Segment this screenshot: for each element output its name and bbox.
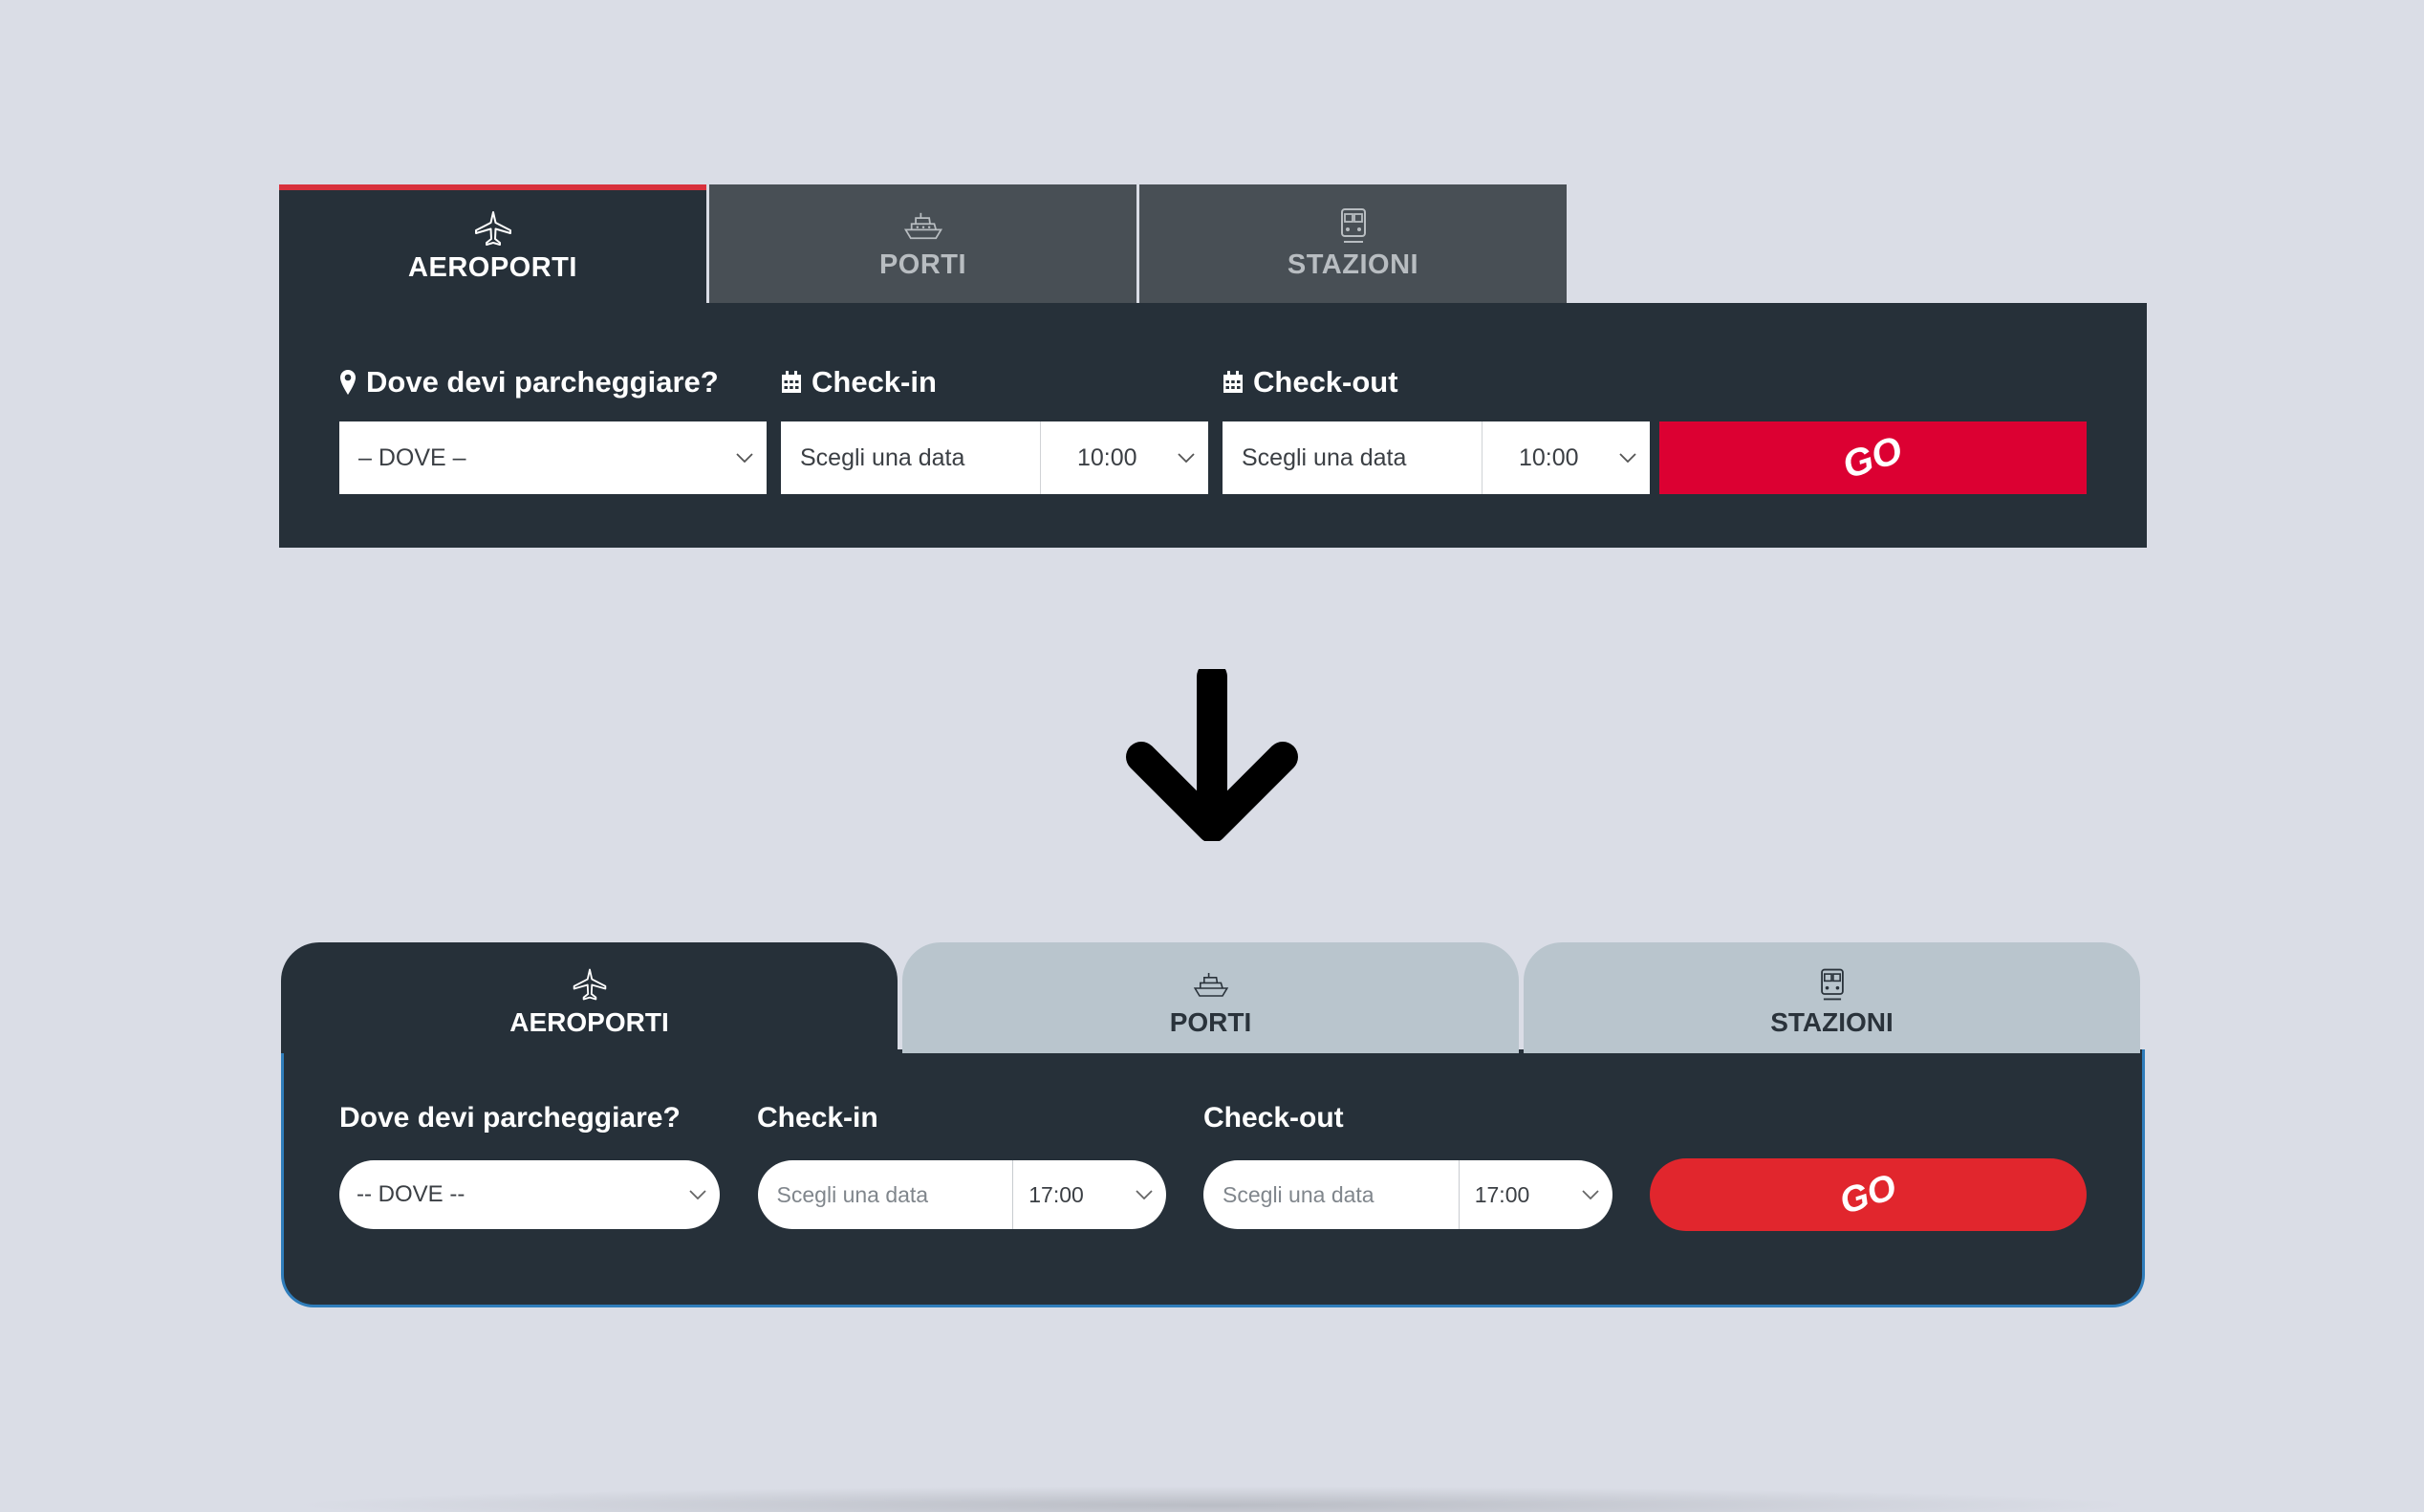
old-booking-widget: AEROPORTI PORTI STAZIONI Dove devi parch…	[279, 184, 2147, 548]
old-field-labels: Dove devi parcheggiare? Check-in Check-o…	[339, 360, 2087, 404]
new-checkin-date-input[interactable]: Scegli una data	[758, 1160, 1014, 1229]
old-tab-label: PORTI	[878, 248, 967, 280]
old-label-checkout: Check-out	[1223, 365, 1398, 400]
new-where-select[interactable]: -- DOVE --	[339, 1160, 720, 1229]
ship-icon	[1193, 973, 1228, 997]
bottom-shadow	[287, 1486, 2141, 1512]
new-label-checkout: Check-out	[1203, 1102, 1344, 1134]
airplane-icon	[573, 968, 606, 1001]
new-label-checkin: Check-in	[757, 1102, 878, 1134]
new-checkin-time-select[interactable]: 17:00	[1013, 1160, 1166, 1229]
old-tab-label: STAZIONI	[1287, 248, 1419, 280]
new-go-button[interactable]: GO	[1649, 1158, 2087, 1231]
old-tab-aeroporti[interactable]: AEROPORTI	[279, 184, 706, 303]
new-tab-stazioni[interactable]: STAZIONI	[1524, 942, 2140, 1053]
chevron-down-icon	[1619, 453, 1636, 463]
new-tab-aeroporti[interactable]: AEROPORTI	[281, 942, 898, 1053]
old-checkout-date-input[interactable]: Scegli una data	[1223, 421, 1483, 494]
old-field-row: – DOVE – Scegli una data 10:00 Scegli un…	[339, 421, 2087, 494]
old-label-checkin: Check-in	[781, 365, 1223, 400]
new-tab-label: STAZIONI	[1770, 1007, 1894, 1037]
old-tab-bar: AEROPORTI PORTI STAZIONI	[279, 184, 2147, 303]
new-checkout-time-select[interactable]: 17:00	[1460, 1160, 1612, 1229]
new-tab-bar: AEROPORTI PORTI STAZIONI	[281, 942, 2145, 1053]
old-go-button[interactable]: GO	[1659, 421, 2087, 494]
new-checkout-group: Scegli una data 17:00	[1203, 1160, 1612, 1229]
airplane-icon	[474, 210, 511, 246]
new-checkin-group: Scegli una data 17:00	[757, 1160, 1167, 1229]
new-checkout-date-input[interactable]: Scegli una data	[1203, 1160, 1460, 1229]
new-field-row: -- DOVE -- Scegli una data 17:00 Scegli …	[339, 1158, 2087, 1231]
train-icon	[1820, 968, 1844, 1001]
arrow-down-icon	[1126, 669, 1298, 841]
comparison-stage: AEROPORTI PORTI STAZIONI Dove devi parch…	[0, 0, 2424, 1512]
old-checkin-time-select[interactable]: 10:00	[1041, 421, 1208, 494]
old-tab-label: AEROPORTI	[408, 251, 577, 283]
chevron-down-icon	[1178, 453, 1195, 463]
new-field-labels: Dove devi parcheggiare? Check-in Check-o…	[339, 1095, 2087, 1141]
old-checkout-time-select[interactable]: 10:00	[1483, 421, 1650, 494]
old-checkin-date-input[interactable]: Scegli una data	[781, 421, 1041, 494]
new-search-panel: Dove devi parcheggiare? Check-in Check-o…	[281, 1049, 2145, 1307]
chevron-down-icon	[1136, 1190, 1153, 1199]
old-where-select[interactable]: – DOVE –	[339, 421, 767, 494]
old-tab-porti[interactable]: PORTI	[709, 184, 1136, 303]
train-icon	[1340, 207, 1366, 243]
old-search-panel: Dove devi parcheggiare? Check-in Check-o…	[279, 303, 2147, 548]
ship-icon	[903, 212, 942, 239]
new-label-where: Dove devi parcheggiare?	[339, 1102, 681, 1134]
new-tab-label: AEROPORTI	[509, 1007, 669, 1037]
old-label-where: Dove devi parcheggiare?	[339, 365, 781, 400]
chevron-down-icon	[688, 1190, 706, 1199]
calendar-icon	[782, 371, 801, 393]
new-tab-label: PORTI	[1169, 1007, 1252, 1037]
old-tab-stazioni[interactable]: STAZIONI	[1139, 184, 1567, 303]
map-pin-icon	[340, 370, 356, 395]
new-booking-widget: AEROPORTI PORTI STAZIONI Dove devi parch…	[281, 942, 2145, 1307]
chevron-down-icon	[736, 453, 753, 463]
calendar-icon	[1223, 371, 1243, 393]
chevron-down-icon	[1581, 1190, 1599, 1199]
new-tab-porti[interactable]: PORTI	[902, 942, 1519, 1053]
